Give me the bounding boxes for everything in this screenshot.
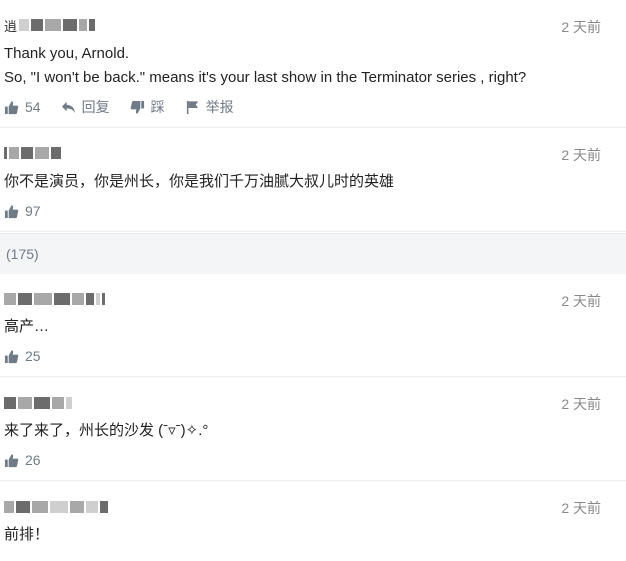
comment-text: 来了来了，州长的沙发 (ˉ▿ˉ)✧.° xyxy=(4,422,209,439)
username[interactable] xyxy=(4,144,61,162)
comment-time: 2 天前 xyxy=(561,293,601,309)
comment-time: 2 天前 xyxy=(561,396,601,412)
username[interactable] xyxy=(4,290,105,308)
thumbs-up-icon xyxy=(4,453,19,467)
comment-text: 高产… xyxy=(4,318,50,335)
like-count: 54 xyxy=(25,99,41,115)
comment-text-line: Thank you, Arnold. xyxy=(4,45,130,62)
like-button[interactable]: 26 xyxy=(4,452,41,468)
dislike-button[interactable]: 踩 xyxy=(130,97,165,117)
comment-actions: 26 xyxy=(4,451,41,469)
username[interactable] xyxy=(4,394,72,412)
username[interactable] xyxy=(4,498,108,516)
comment-item: 2 天前 来了来了，州长的沙发 (ˉ▿ˉ)✧.° 26 xyxy=(0,377,626,481)
comment-item: 2 天前 你不是演员，你是州长，你是我们千万油腻大叔儿时的英雄 97 xyxy=(0,128,626,232)
flag-icon xyxy=(186,100,198,114)
comment-item: 2 天前 前排！ xyxy=(0,481,626,561)
comment-actions: 54 回复 踩 举报 xyxy=(4,98,234,116)
replies-section-header: (175) xyxy=(0,233,626,275)
blurred-username xyxy=(19,19,96,31)
blurred-username xyxy=(4,397,72,409)
comment-actions: 25 xyxy=(4,347,41,365)
reply-label: 回复 xyxy=(81,99,110,115)
like-count: 25 xyxy=(25,348,41,364)
replies-count: (175) xyxy=(6,246,39,262)
like-count: 26 xyxy=(25,452,41,468)
reply-button[interactable]: 回复 xyxy=(61,97,110,117)
comment-text-line: So, "I won't be back." means it's your l… xyxy=(4,69,527,86)
report-button[interactable]: 举报 xyxy=(185,97,234,117)
comment-item: 2 天前 高产… 25 xyxy=(0,274,626,377)
thumbs-down-icon xyxy=(130,100,144,114)
comment-item: 逍 2 天前 Thank you, Arnold. So, "I won't b… xyxy=(0,0,626,128)
thumbs-up-icon xyxy=(4,349,19,363)
reply-arrow-icon xyxy=(61,101,75,113)
blurred-username xyxy=(4,501,108,513)
comment-text: 你不是演员，你是州长，你是我们千万油腻大叔儿时的英雄 xyxy=(4,173,395,190)
comment-actions: 97 xyxy=(4,202,41,220)
like-button[interactable]: 54 xyxy=(4,99,41,115)
comment-time: 2 天前 xyxy=(561,147,601,163)
comment-text: 前排！ xyxy=(4,526,50,543)
like-button[interactable]: 97 xyxy=(4,203,41,219)
comment-time: 2 天前 xyxy=(561,500,601,516)
thumbs-up-icon xyxy=(4,204,19,218)
like-count: 97 xyxy=(25,203,41,219)
comment-time: 2 天前 xyxy=(561,19,601,35)
blurred-username xyxy=(4,293,105,305)
like-button[interactable]: 25 xyxy=(4,348,41,364)
username[interactable]: 逍 xyxy=(4,16,96,34)
dislike-label: 踩 xyxy=(150,99,165,115)
blurred-username xyxy=(4,147,61,159)
thumbs-up-icon xyxy=(4,100,19,114)
username-initial: 逍 xyxy=(4,18,18,34)
report-label: 举报 xyxy=(205,99,234,115)
